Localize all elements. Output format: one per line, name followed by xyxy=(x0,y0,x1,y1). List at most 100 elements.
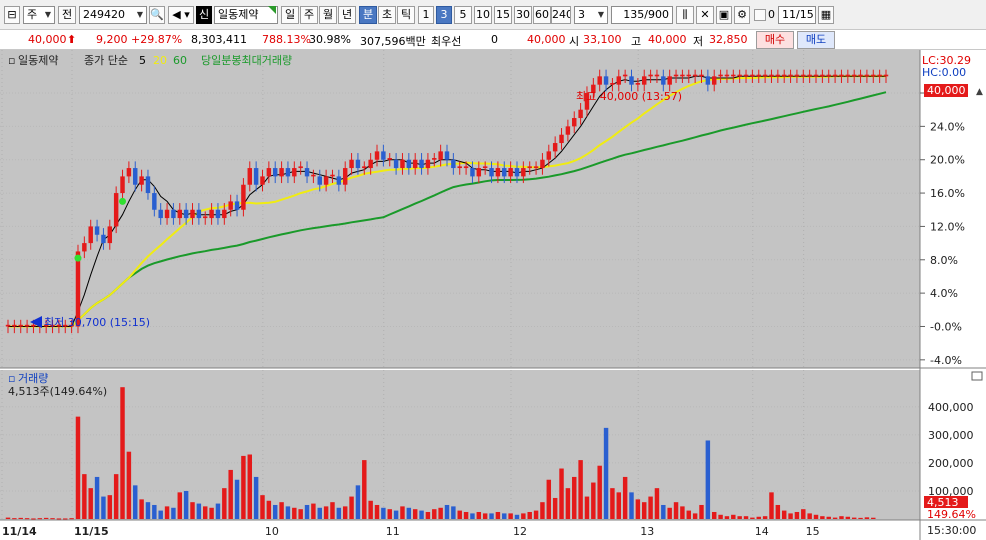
volume-bar xyxy=(832,517,838,519)
interval-button-10[interactable]: 10 xyxy=(474,6,492,24)
volume-bar xyxy=(673,502,679,519)
volume-bar xyxy=(438,507,443,519)
interval-select[interactable]: 3 ▼ xyxy=(574,6,608,24)
interval-button-5[interactable]: 5 xyxy=(454,6,472,24)
volume-bar xyxy=(565,488,571,519)
checkbox[interactable] xyxy=(754,9,766,21)
volume-bar xyxy=(183,490,189,519)
volume-bar xyxy=(5,517,11,519)
candle-body xyxy=(552,143,558,152)
y-tick-label: 8.0% xyxy=(930,254,958,267)
chart-area[interactable]: 28.0%24.0%20.0%16.0%12.0%8.0%4.0%-0.0%-4… xyxy=(0,50,986,540)
volume-bar xyxy=(419,510,424,519)
volume-bar xyxy=(642,502,647,519)
volume-bar xyxy=(317,507,322,519)
period-tab-second[interactable]: 초 xyxy=(378,6,396,24)
volume-bar xyxy=(559,468,564,519)
volume-bar xyxy=(444,504,450,519)
volume-bar xyxy=(546,479,552,519)
volume-bar xyxy=(711,511,717,519)
volume-bar xyxy=(705,440,711,519)
y-tick-label: 16.0% xyxy=(930,187,965,200)
volume-bar xyxy=(572,476,577,519)
low-annotation: 최저 30,700 (15:15) xyxy=(44,316,150,329)
period-tab-year[interactable]: 년 xyxy=(338,6,356,24)
period-tab-month[interactable]: 월 xyxy=(319,6,337,24)
high-price: 40,000 xyxy=(648,33,687,46)
candle-body xyxy=(82,243,87,252)
candle-body xyxy=(559,134,564,144)
volume-bar xyxy=(794,511,800,519)
stock-code-input[interactable]: 249420 ▼ xyxy=(79,6,147,24)
signal-dot xyxy=(74,254,82,262)
chart-menu-icon[interactable]: ⊟ xyxy=(4,6,20,24)
candle-body xyxy=(711,76,717,85)
interval-select-value: 3 xyxy=(578,8,585,21)
volume-bar xyxy=(508,513,513,519)
buy-button[interactable]: 매수 xyxy=(756,31,794,49)
volume-bar xyxy=(584,496,590,519)
volume-bar xyxy=(406,507,412,519)
candle-body xyxy=(508,168,513,177)
count-field[interactable]: 135/900 xyxy=(611,6,673,24)
candle-body xyxy=(686,74,691,77)
candle-body xyxy=(432,158,437,160)
candle-body xyxy=(203,216,208,219)
candle-body xyxy=(629,76,634,85)
date-field[interactable]: 11/15 xyxy=(778,6,816,24)
candle-body xyxy=(851,74,857,77)
search-icon[interactable]: 🔍 xyxy=(149,6,165,24)
interval-button-15[interactable]: 15 xyxy=(494,6,512,24)
time-tick-label: 15 xyxy=(806,525,820,538)
save-icon[interactable]: ▣ xyxy=(716,6,732,24)
candle-body xyxy=(330,174,335,177)
candle-body xyxy=(292,168,297,177)
interval-button-60[interactable]: 60 xyxy=(533,6,551,24)
volume-rate: 788.13% xyxy=(262,33,311,46)
crosshair-icon[interactable]: ✕ xyxy=(696,6,714,24)
volume-bar xyxy=(56,518,62,520)
candle-body xyxy=(724,74,730,77)
calendar-icon[interactable]: ▦ xyxy=(818,6,834,24)
volume-bar xyxy=(864,517,870,519)
candle-body xyxy=(145,176,151,194)
volume-bar xyxy=(826,516,831,519)
period-tab-tick[interactable]: 틱 xyxy=(397,6,415,24)
time-tick-label: 11 xyxy=(386,525,400,538)
interval-button-30[interactable]: 30 xyxy=(514,6,532,24)
interval-button-240[interactable]: 240 xyxy=(551,6,571,24)
speaker-icon[interactable]: ◀ ▾ xyxy=(168,6,194,24)
gear-icon[interactable]: ⚙ xyxy=(734,6,750,24)
volume-bar xyxy=(63,518,68,520)
candle-body xyxy=(877,74,882,77)
candle-body xyxy=(845,74,851,77)
candle-body xyxy=(196,209,202,219)
y-tick-label: -4.0% xyxy=(930,354,962,367)
volume-bar xyxy=(635,499,641,519)
volume-bar xyxy=(260,495,265,519)
period-tab-week[interactable]: 주 xyxy=(300,6,318,24)
candle-body xyxy=(616,76,622,85)
candle-body xyxy=(374,151,380,160)
period-tab-minute[interactable]: 분 xyxy=(359,6,377,24)
legend-ma-label: 종가 단순 xyxy=(84,54,128,67)
interval-button-1[interactable]: 1 xyxy=(418,6,434,24)
volume-bar xyxy=(552,497,558,519)
panel-maximize-icon[interactable] xyxy=(971,371,983,381)
sell-button[interactable]: 매도 xyxy=(797,31,835,49)
volume-bar xyxy=(661,504,666,519)
volume-bar xyxy=(629,492,634,519)
candle-body xyxy=(228,201,233,210)
count-value: 135 xyxy=(623,8,645,21)
volume-bar xyxy=(820,516,825,519)
time-axis-ticks: 11/14 11/15 10 11 12 13 14 15 xyxy=(2,525,820,538)
candle-type-icon[interactable]: ⫼ xyxy=(676,6,694,24)
stock-badge: 신 xyxy=(196,6,212,24)
low-price: 32,850 xyxy=(709,33,748,46)
prev-button[interactable]: 전 xyxy=(58,6,76,24)
chart-svg: 28.0%24.0%20.0%16.0%12.0%8.0%4.0%-0.0%-4… xyxy=(0,50,986,540)
candle-body xyxy=(731,74,736,77)
period-tab-day[interactable]: 일 xyxy=(281,6,299,24)
type-select[interactable]: 주 ▼ xyxy=(23,6,55,24)
interval-button-3[interactable]: 3 xyxy=(436,6,452,24)
